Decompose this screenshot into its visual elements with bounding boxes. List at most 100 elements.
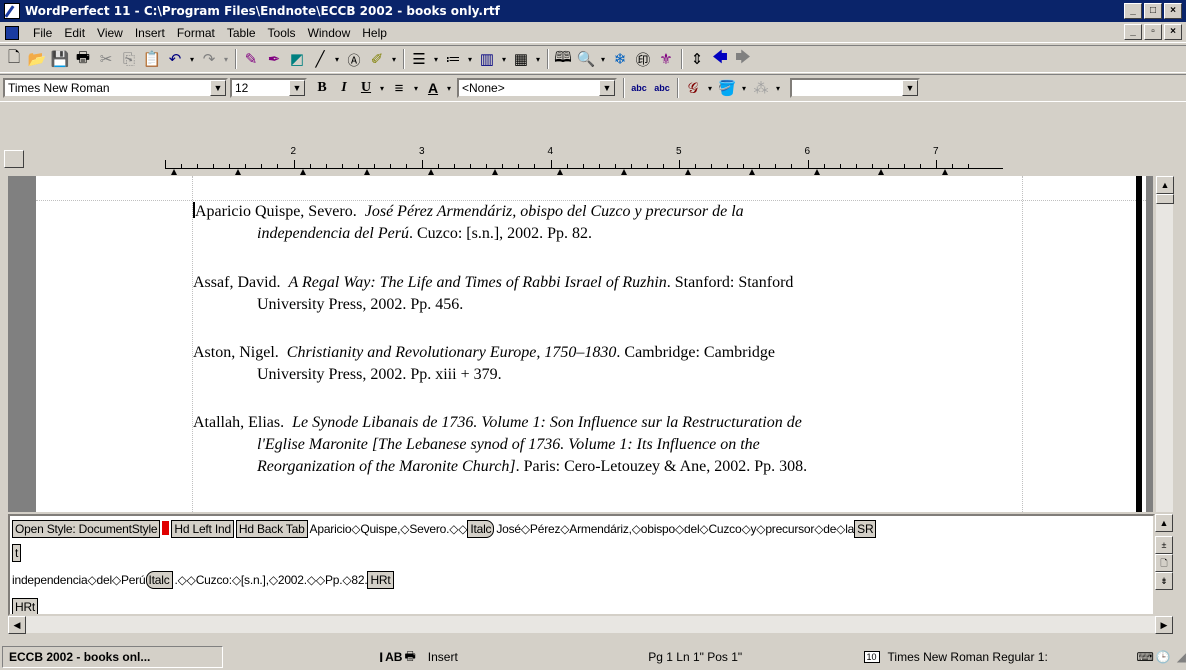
print-icon[interactable]: 🖶 [72, 48, 94, 70]
hard-return-code[interactable]: HRt [367, 571, 394, 589]
open-style-code[interactable]: Open Style: DocumentStyle [12, 520, 161, 538]
fill-dropdown-icon[interactable]: ▾ [739, 77, 749, 99]
tab-stop-marker[interactable] [556, 169, 563, 175]
columns-dropdown-icon[interactable]: ▾ [499, 48, 509, 70]
grammar-check-icon[interactable]: abc [651, 77, 673, 99]
menu-tools[interactable]: Tools [262, 26, 302, 40]
scroll-up-button[interactable]: ▲ [1155, 514, 1173, 532]
table-fill-icon[interactable]: ⁂ [750, 77, 772, 99]
italic-on-code[interactable]: Italc [467, 520, 495, 538]
scroll-left-button[interactable]: ◀ [8, 616, 26, 634]
snowflake-icon[interactable]: ❄ [609, 48, 631, 70]
page-icon[interactable]: 🗋 [1155, 554, 1173, 572]
scroll-up-button[interactable]: ▲ [1156, 176, 1174, 194]
reveal-codes-scrollbar[interactable]: ▲ ± 🗋 ⇟ [1155, 514, 1173, 616]
font-size-dropdown[interactable]: 12 ▼ [230, 78, 307, 98]
highlight-icon[interactable]: ✐ [366, 48, 388, 70]
highlight-pen-icon[interactable]: ✒ [263, 48, 285, 70]
chevron-down-icon[interactable]: ▼ [210, 80, 226, 96]
hd-back-tab-code[interactable]: Hd Back Tab [235, 520, 308, 538]
chevron-down-icon[interactable]: ▼ [289, 80, 305, 96]
tab-stop-marker[interactable] [877, 169, 884, 175]
undo-dropdown-icon[interactable]: ▾ [187, 48, 197, 70]
maximize-button[interactable]: □ [1144, 3, 1162, 19]
zoom-dropdown-icon[interactable]: ▾ [598, 48, 608, 70]
chinese-character-icon[interactable]: ㊞ [632, 48, 654, 70]
tab-stop-marker[interactable] [363, 169, 370, 175]
draw-line-icon[interactable]: ╱ [309, 48, 331, 70]
undo-icon[interactable]: ↶ [164, 48, 186, 70]
tab-stop-marker[interactable] [492, 169, 499, 175]
tab-stop-marker[interactable] [235, 169, 242, 175]
resize-grip-icon[interactable]: ◢ [1177, 650, 1186, 664]
tab-stop-marker[interactable] [171, 169, 177, 175]
menu-table[interactable]: Table [221, 26, 262, 40]
font-face-dropdown[interactable]: Times New Roman ▼ [3, 78, 228, 98]
prompt-dropdown-icon[interactable]: ▾ [705, 77, 715, 99]
menu-window[interactable]: Window [302, 26, 357, 40]
blank-dropdown[interactable]: ▼ [790, 78, 920, 98]
bullets-dropdown-icon[interactable]: ▾ [465, 48, 475, 70]
doc-restore-button[interactable]: ▫ [1144, 24, 1162, 40]
chevron-down-icon[interactable]: ▼ [902, 80, 918, 96]
scroll-right-button[interactable]: ▶ [1155, 616, 1173, 634]
zoom-icon[interactable]: 🔍 [575, 48, 597, 70]
paste-icon[interactable]: 📋 [141, 48, 163, 70]
new-document-icon[interactable]: 🗋 [3, 48, 25, 70]
tab-stop-marker[interactable] [749, 169, 756, 175]
vertical-scrollbar[interactable]: ▲ [1155, 176, 1174, 512]
tab-stop-marker[interactable] [942, 169, 948, 175]
font-color-dropdown-icon[interactable]: ▾ [444, 77, 454, 99]
menu-file[interactable]: File [27, 26, 58, 40]
table-dropdown-icon[interactable]: ▾ [533, 48, 543, 70]
chevron-down-icon[interactable]: ▼ [599, 80, 615, 96]
table-icon[interactable]: ▦ [510, 48, 532, 70]
cut-icon[interactable]: ✂ [95, 48, 117, 70]
tab-stop-marker[interactable] [428, 169, 434, 175]
fill-icon[interactable]: 🪣 [716, 77, 738, 99]
numbering-dropdown-icon[interactable]: ▾ [431, 48, 441, 70]
forward-arrow-icon[interactable]: 🡆 [732, 48, 754, 70]
bullets-icon[interactable]: ≔ [442, 48, 464, 70]
status-font-panel[interactable]: 10 Times New Roman Regular 1: [858, 646, 1137, 668]
tab-set-button[interactable] [4, 150, 24, 168]
font-color-button[interactable]: A [422, 77, 444, 99]
tab-stop-marker[interactable] [299, 169, 306, 175]
soft-return-code[interactable]: SR [854, 520, 877, 538]
reveal-codes-pane[interactable]: Open Style: DocumentStyle Hd Left Ind Hd B… [8, 514, 1155, 616]
italic-button[interactable]: I [333, 77, 355, 99]
previous-page-button[interactable]: ± [1155, 536, 1173, 554]
bookmark-updown-icon[interactable]: ⇕ [686, 48, 708, 70]
numbering-icon[interactable]: ☰ [408, 48, 430, 70]
bold-button[interactable]: B [311, 77, 333, 99]
menu-insert[interactable]: Insert [129, 26, 171, 40]
close-button[interactable]: × [1164, 3, 1182, 19]
scroll-thumb[interactable] [1156, 194, 1174, 204]
menu-format[interactable]: Format [171, 26, 221, 40]
prompt-as-you-go-icon[interactable]: 𝒢 [682, 77, 704, 99]
justification-dropdown-icon[interactable]: ▾ [411, 77, 421, 99]
underline-button[interactable]: U [355, 77, 377, 99]
text-box-icon[interactable]: Ⓐ [343, 48, 365, 70]
open-folder-icon[interactable]: 📂 [26, 48, 48, 70]
minimize-button[interactable]: _ [1124, 3, 1142, 19]
wordperfect-app-icon[interactable] [4, 3, 20, 19]
hd-left-ind-code[interactable]: Hd Left Ind [171, 520, 234, 538]
italic-off-code[interactable]: Italc [145, 571, 173, 589]
document-page[interactable]: Aparicio Quispe, Severo. José Pérez Arme… [36, 176, 1146, 512]
status-position[interactable]: Pg 1 Ln 1" Pos 1" [642, 646, 851, 668]
ruler[interactable]: 2 3 4 5 6 7 [165, 140, 1003, 175]
redo-dropdown-icon[interactable]: ▾ [221, 48, 231, 70]
status-mode-panel[interactable]: I AB 🖶 Insert [373, 646, 642, 668]
soft-return-code-cont[interactable]: t [12, 544, 22, 562]
back-arrow-icon[interactable]: 🡄 [709, 48, 731, 70]
copy-icon[interactable]: ⎘ [118, 48, 140, 70]
next-page-button[interactable]: ⇟ [1155, 572, 1173, 590]
doc-minimize-button[interactable]: _ [1124, 24, 1142, 40]
redo-icon[interactable]: ↷ [198, 48, 220, 70]
save-icon[interactable]: 💾 [49, 48, 71, 70]
hard-return-code[interactable]: HRt [12, 598, 39, 614]
highlight-dropdown-icon[interactable]: ▾ [389, 48, 399, 70]
chinese-convert-icon[interactable]: ⚜ [655, 48, 677, 70]
justification-icon[interactable]: ≡ [388, 77, 410, 99]
